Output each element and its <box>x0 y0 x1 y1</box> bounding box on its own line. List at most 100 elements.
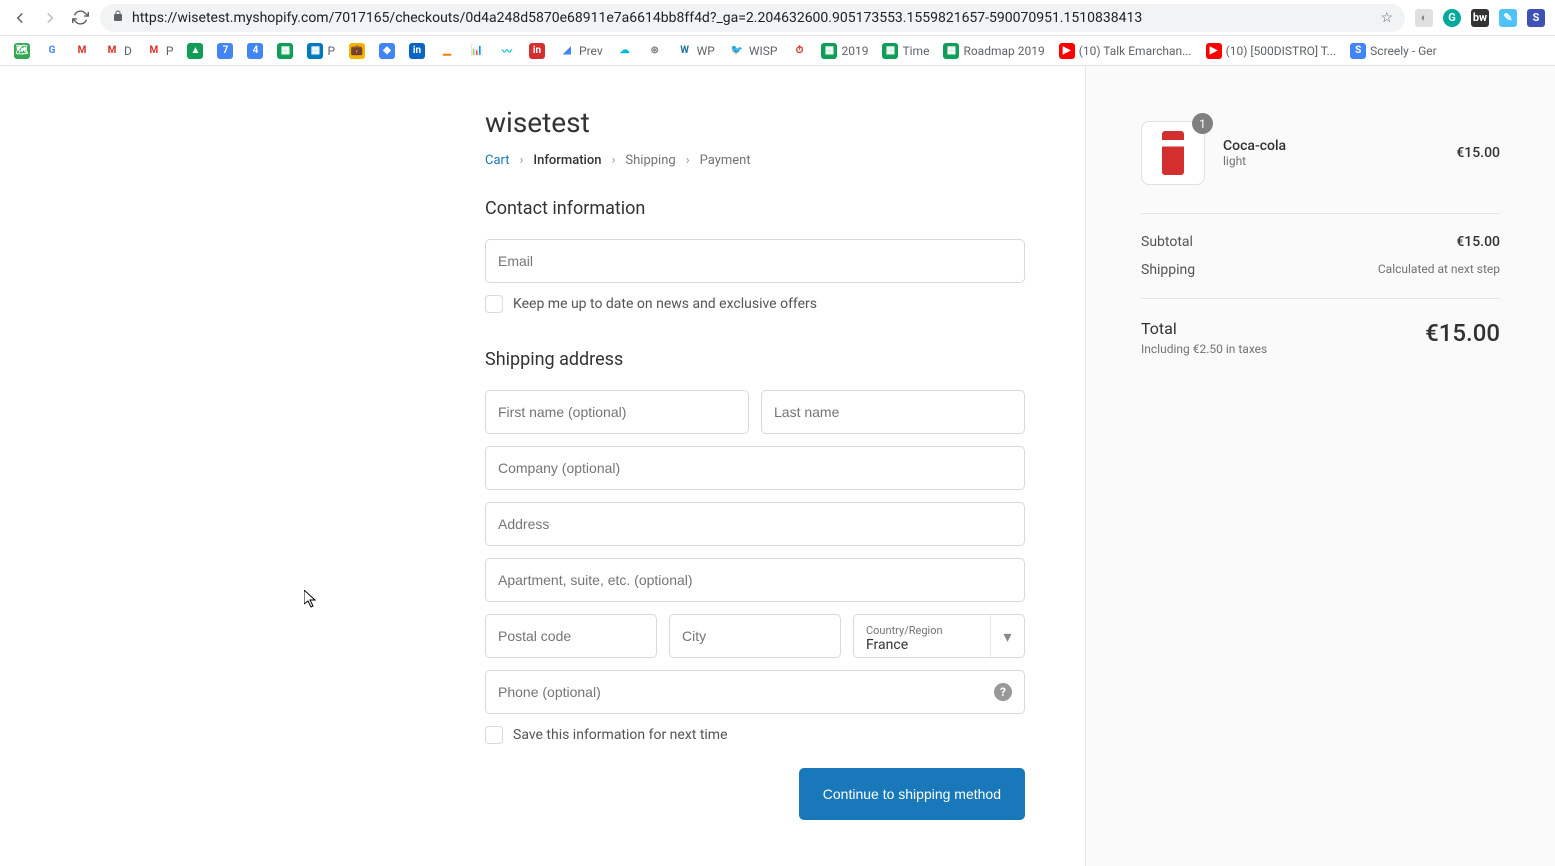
bookmark-icon: ⏱ <box>791 43 807 59</box>
lock-icon <box>112 10 124 26</box>
bookmark-icon: ▦ <box>882 43 898 59</box>
save-info-checkbox[interactable] <box>485 726 503 744</box>
cart-item: 1 Coca-cola light €15.00 <box>1141 121 1500 185</box>
bookmark-icon: ☁ <box>617 43 633 59</box>
bookmarks-bar: 🗺GMMDMP▲74▦▦P💼◆in▁📊〰in◢Prev☁⊛WWP🐦WISP⏱▦2… <box>0 36 1555 66</box>
bookmark-item[interactable]: MD <box>100 40 136 62</box>
bookmark-item[interactable]: 🐦WISP <box>725 40 782 62</box>
crumb-cart[interactable]: Cart <box>485 153 510 168</box>
qty-badge: 1 <box>1192 113 1213 134</box>
ext-icon[interactable]: bw <box>1471 9 1489 27</box>
bookmark-item[interactable]: ▦P <box>303 40 339 62</box>
bookmark-icon: M <box>74 43 90 59</box>
bookmark-icon: S <box>1350 43 1366 59</box>
crumb-payment: Payment <box>700 153 751 168</box>
phone-field[interactable]: ? <box>485 670 1025 714</box>
tax-note: Including €2.50 in taxes <box>1141 342 1267 356</box>
bookmark-item[interactable]: ▦Roadmap 2019 <box>939 40 1048 62</box>
bookmark-item[interactable]: 〰 <box>495 40 519 62</box>
bookmark-item[interactable]: 💼 <box>345 40 369 62</box>
bookmark-item[interactable]: ▶(10) Talk Emarchan... <box>1055 40 1196 62</box>
total-label: Total <box>1141 319 1267 338</box>
bookmark-item[interactable]: M <box>70 40 94 62</box>
newsletter-checkbox[interactable] <box>485 295 503 313</box>
help-icon[interactable]: ? <box>994 683 1012 701</box>
breadcrumb: Cart › Information › Shipping › Payment <box>485 153 1025 168</box>
ext-icon[interactable]: ✎ <box>1499 9 1517 27</box>
bookmark-icon: ▦ <box>821 43 837 59</box>
store-name: wisetest <box>485 106 1025 139</box>
email-field[interactable] <box>485 239 1025 283</box>
star-icon[interactable]: ☆ <box>1380 10 1393 26</box>
bookmark-item[interactable]: ▦2019 <box>817 40 872 62</box>
reload-button[interactable] <box>70 8 90 28</box>
bookmark-item[interactable]: MP <box>142 40 178 62</box>
bookmark-item[interactable]: ▶(10) [500DISTRO] T... <box>1202 40 1341 62</box>
chevron-right-icon: › <box>686 153 690 168</box>
bookmark-item[interactable]: ▲ <box>183 40 207 62</box>
bookmark-item[interactable]: 📊 <box>465 40 489 62</box>
total-value: €15.00 <box>1425 319 1500 347</box>
apartment-field[interactable] <box>485 558 1025 602</box>
bookmark-item[interactable]: WWP <box>673 40 719 62</box>
shipping-heading: Shipping address <box>485 349 1025 370</box>
caret-down-icon: ▾ <box>990 615 1024 657</box>
bookmark-icon: 🗺 <box>14 43 30 59</box>
url-text: https://wisetest.myshopify.com/7017165/c… <box>132 10 1372 26</box>
city-field[interactable] <box>669 614 841 658</box>
bookmark-item[interactable]: ☁ <box>613 40 637 62</box>
back-button[interactable] <box>10 8 30 28</box>
browser-toolbar: https://wisetest.myshopify.com/7017165/c… <box>0 0 1555 36</box>
bookmark-icon: 〰 <box>499 43 515 59</box>
newsletter-label: Keep me up to date on news and exclusive… <box>513 296 817 312</box>
subtotal-value: €15.00 <box>1456 234 1500 250</box>
first-name-field[interactable] <box>485 390 749 434</box>
bookmark-item[interactable]: ⏱ <box>787 40 811 62</box>
bookmark-icon: ▶ <box>1206 43 1222 59</box>
postal-code-field[interactable] <box>485 614 657 658</box>
shipping-label: Shipping <box>1141 262 1195 278</box>
bookmark-item[interactable]: ◢Prev <box>555 40 607 62</box>
extensions: ◐ G bw ✎ S <box>1415 9 1545 27</box>
bookmark-icon: ▲ <box>187 43 203 59</box>
bookmark-icon: M <box>104 43 120 59</box>
bookmark-item[interactable]: SScreely - Ger <box>1346 40 1441 62</box>
bookmark-item[interactable]: ▦Time <box>878 40 933 62</box>
bookmark-icon: 📊 <box>469 43 485 59</box>
bookmark-icon: 🐦 <box>729 43 745 59</box>
bookmark-item[interactable]: 7 <box>213 40 237 62</box>
bookmark-item[interactable]: ◆ <box>375 40 399 62</box>
bookmark-item[interactable]: in <box>405 40 429 62</box>
ext-icon[interactable]: ◐ <box>1415 9 1433 27</box>
address-bar[interactable]: https://wisetest.myshopify.com/7017165/c… <box>100 4 1405 32</box>
ext-icon[interactable]: S <box>1527 9 1545 27</box>
continue-button[interactable]: Continue to shipping method <box>799 768 1025 820</box>
product-price: €15.00 <box>1456 145 1500 161</box>
bookmark-icon: M <box>146 43 162 59</box>
chevron-right-icon: › <box>520 153 524 168</box>
crumb-shipping: Shipping <box>625 153 675 168</box>
bookmark-icon: ▶ <box>1059 43 1075 59</box>
last-name-field[interactable] <box>761 390 1025 434</box>
address-field[interactable] <box>485 502 1025 546</box>
forward-button[interactable] <box>40 8 60 28</box>
product-variant: light <box>1223 154 1456 168</box>
bookmark-item[interactable]: in <box>525 40 549 62</box>
country-select[interactable]: Country/Region France ▾ <box>853 614 1025 658</box>
bookmark-item[interactable]: G <box>40 40 64 62</box>
checkout-main: wisetest Cart › Information › Shipping ›… <box>0 66 1085 866</box>
save-info-label: Save this information for next time <box>513 727 728 743</box>
bookmark-item[interactable]: ⊛ <box>643 40 667 62</box>
contact-heading: Contact information <box>485 198 1025 219</box>
bookmark-icon: W <box>677 43 693 59</box>
bookmark-item[interactable]: 🗺 <box>10 40 34 62</box>
bookmark-item[interactable]: ▦ <box>273 40 297 62</box>
bookmark-item[interactable]: 4 <box>243 40 267 62</box>
bookmark-icon: ▦ <box>943 43 959 59</box>
bookmark-icon: in <box>529 43 545 59</box>
bookmark-item[interactable]: ▁ <box>435 40 459 62</box>
chevron-right-icon: › <box>612 153 616 168</box>
ext-icon[interactable]: G <box>1443 9 1461 27</box>
company-field[interactable] <box>485 446 1025 490</box>
shipping-value: Calculated at next step <box>1378 262 1500 278</box>
